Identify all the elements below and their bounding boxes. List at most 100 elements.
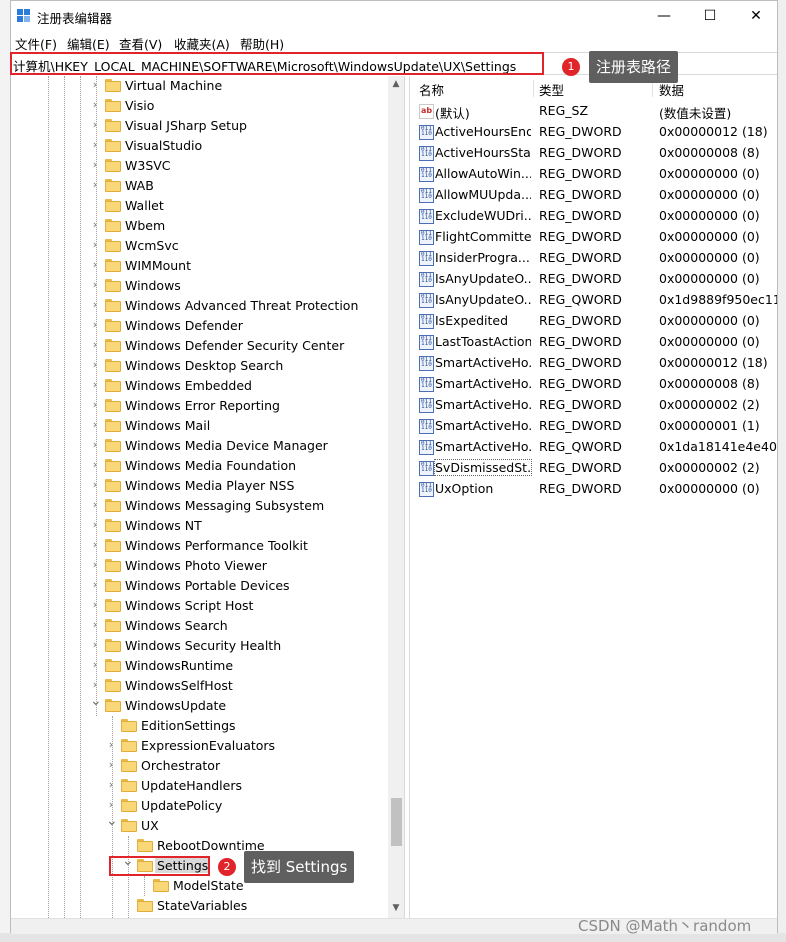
tree-item[interactable]: › Windows Desktop Search — [11, 356, 381, 376]
value-row[interactable]: 011 110 SmartActiveHo... REG_QWORD 0x1da181… — [410, 437, 777, 458]
chevron-right-icon[interactable]: › — [90, 559, 100, 571]
value-row[interactable]: 011 110 SmartActiveHo... REG_DWORD 0x000000… — [410, 416, 777, 437]
tree-item[interactable]: › Wbem — [11, 216, 381, 236]
tree-item[interactable]: StateVariables — [11, 896, 381, 916]
tree-item[interactable]: › Windows Messaging Subsystem — [11, 496, 381, 516]
tree-item[interactable]: › Orchestrator — [11, 756, 381, 776]
chevron-right-icon[interactable]: › — [106, 739, 116, 751]
registry-values-list[interactable]: 名称 类型 数据 ab (默认) REG_SZ (数值未设置) 011 110 Activ… — [410, 76, 777, 918]
tree-item[interactable]: › Windows Search — [11, 616, 381, 636]
value-row[interactable]: 011 110 SmartActiveHo... REG_DWORD 0x000000… — [410, 353, 777, 374]
tree-item[interactable]: › Windows Embedded — [11, 376, 381, 396]
chevron-right-icon[interactable]: › — [90, 259, 100, 271]
value-row[interactable]: 011 110 AllowAutoWin... REG_DWORD 0x0000000… — [410, 164, 777, 185]
tree-item[interactable]: › WindowsSelfHost — [11, 676, 381, 696]
chevron-right-icon[interactable]: › — [90, 439, 100, 451]
value-row[interactable]: ab (默认) REG_SZ (数值未设置) — [410, 101, 777, 122]
value-row[interactable]: 011 110 SvDismissedSt... REG_DWORD 0x000000… — [410, 458, 777, 479]
tree-item[interactable]: › WindowsRuntime — [11, 656, 381, 676]
tree-item[interactable]: › ExpressionEvaluators — [11, 736, 381, 756]
tree-item[interactable]: › Windows Error Reporting — [11, 396, 381, 416]
chevron-right-icon[interactable]: › — [90, 539, 100, 551]
chevron-right-icon[interactable]: › — [90, 499, 100, 511]
chevron-right-icon[interactable]: › — [90, 359, 100, 371]
tree-item[interactable]: ⌄ WindowsUpdate — [11, 694, 381, 716]
value-row[interactable]: 011 110 LastToastAction REG_DWORD 0x0000000… — [410, 332, 777, 353]
maximize-button[interactable]: ☐ — [687, 1, 733, 31]
tree-item[interactable]: › VisualStudio — [11, 136, 381, 156]
scroll-thumb[interactable] — [391, 798, 402, 846]
chevron-right-icon[interactable]: › — [106, 759, 116, 771]
chevron-right-icon[interactable]: › — [106, 799, 116, 811]
value-row[interactable]: 011 110 IsExpedited REG_DWORD 0x00000000 (0… — [410, 311, 777, 332]
tree-item[interactable]: › UpdateHandlers — [11, 776, 381, 796]
chevron-right-icon[interactable]: › — [90, 459, 100, 471]
tree-item[interactable]: › Virtual Machine — [11, 76, 381, 96]
chevron-right-icon[interactable]: › — [90, 579, 100, 591]
chevron-right-icon[interactable]: › — [90, 239, 100, 251]
menu-file[interactable]: 文件(F) — [15, 34, 57, 53]
tree-item[interactable]: › Windows Media Device Manager — [11, 436, 381, 456]
chevron-down-icon[interactable]: ⌄ — [106, 814, 118, 828]
scroll-up-icon[interactable]: ▲ — [388, 76, 404, 92]
chevron-right-icon[interactable]: › — [90, 379, 100, 391]
tree-item[interactable]: › W3SVC — [11, 156, 381, 176]
column-separator[interactable] — [533, 80, 534, 97]
tree-item[interactable]: › WAB — [11, 176, 381, 196]
tree-item[interactable]: › Windows Media Foundation — [11, 456, 381, 476]
tree-item[interactable]: › WIMMount — [11, 256, 381, 276]
chevron-down-icon[interactable]: ⌄ — [90, 694, 102, 708]
menu-view[interactable]: 查看(V) — [119, 34, 162, 53]
tree-item[interactable]: › Windows — [11, 276, 381, 296]
chevron-right-icon[interactable]: › — [90, 299, 100, 311]
value-row[interactable]: 011 110 FlightCommitted REG_DWORD 0x0000000… — [410, 227, 777, 248]
chevron-right-icon[interactable]: › — [90, 639, 100, 651]
menu-edit[interactable]: 编辑(E) — [67, 34, 110, 53]
chevron-right-icon[interactable]: › — [90, 279, 100, 291]
value-row[interactable]: 011 110 AllowMUUpda... REG_DWORD 0x00000000… — [410, 185, 777, 206]
value-row[interactable]: 011 110 ActiveHoursStart REG_DWORD 0x000000… — [410, 143, 777, 164]
chevron-right-icon[interactable]: › — [90, 419, 100, 431]
value-row[interactable]: 011 110 IsAnyUpdateO... REG_DWORD 0x0000000… — [410, 269, 777, 290]
tree-item[interactable]: › UpdatePolicy — [11, 796, 381, 816]
minimize-button[interactable]: — — [641, 1, 687, 31]
value-row[interactable]: 011 110 InsiderProgra... REG_DWORD 0x000000… — [410, 248, 777, 269]
column-header-name[interactable]: 名称 — [419, 80, 444, 99]
chevron-right-icon[interactable]: › — [90, 519, 100, 531]
tree-item[interactable]: Wallet — [11, 196, 381, 216]
value-row[interactable]: 011 110 SmartActiveHo... REG_DWORD 0x000000… — [410, 374, 777, 395]
chevron-right-icon[interactable]: › — [90, 139, 100, 151]
chevron-right-icon[interactable]: › — [90, 599, 100, 611]
scroll-down-icon[interactable]: ▼ — [388, 900, 404, 916]
chevron-right-icon[interactable]: › — [90, 79, 100, 91]
chevron-right-icon[interactable]: › — [90, 679, 100, 691]
tree-item[interactable]: EditionSettings — [11, 716, 381, 736]
value-row[interactable]: 011 110 ExcludeWUDri... REG_DWORD 0x0000000… — [410, 206, 777, 227]
registry-key-tree[interactable]: › Virtual Machine › Visio › Visual JSharp Set… — [11, 76, 397, 918]
menu-favorites[interactable]: 收藏夹(A) — [174, 34, 230, 53]
chevron-right-icon[interactable]: › — [90, 159, 100, 171]
tree-item[interactable]: › Windows Security Health — [11, 636, 381, 656]
title-bar[interactable]: 注册表编辑器 — ☐ ✕ — [11, 1, 777, 31]
chevron-right-icon[interactable]: › — [90, 179, 100, 191]
chevron-right-icon[interactable]: › — [90, 99, 100, 111]
chevron-right-icon[interactable]: › — [90, 619, 100, 631]
tree-item[interactable]: › Windows NT — [11, 516, 381, 536]
chevron-right-icon[interactable]: › — [90, 339, 100, 351]
tree-item[interactable]: › Windows Script Host — [11, 596, 381, 616]
chevron-right-icon[interactable]: › — [90, 319, 100, 331]
value-row[interactable]: 011 110 UxOption REG_DWORD 0x00000000 (0) — [410, 479, 777, 500]
tree-item[interactable]: › WcmSvc — [11, 236, 381, 256]
value-row[interactable]: 011 110 ActiveHoursEnd REG_DWORD 0x00000012… — [410, 122, 777, 143]
chevron-right-icon[interactable]: › — [90, 479, 100, 491]
tree-item[interactable]: › Windows Advanced Threat Protection — [11, 296, 381, 316]
tree-item[interactable]: › Visio — [11, 96, 381, 116]
value-row[interactable]: 011 110 IsAnyUpdateO... REG_QWORD 0x1d9889f… — [410, 290, 777, 311]
tree-item[interactable]: › Windows Mail — [11, 416, 381, 436]
tree-item[interactable]: › Windows Performance Toolkit — [11, 536, 381, 556]
tree-item[interactable]: ⌄ UX — [11, 814, 381, 836]
tree-item[interactable]: › Windows Photo Viewer — [11, 556, 381, 576]
chevron-right-icon[interactable]: › — [90, 399, 100, 411]
menu-help[interactable]: 帮助(H) — [240, 34, 284, 53]
tree-item[interactable]: › Windows Defender Security Center — [11, 336, 381, 356]
